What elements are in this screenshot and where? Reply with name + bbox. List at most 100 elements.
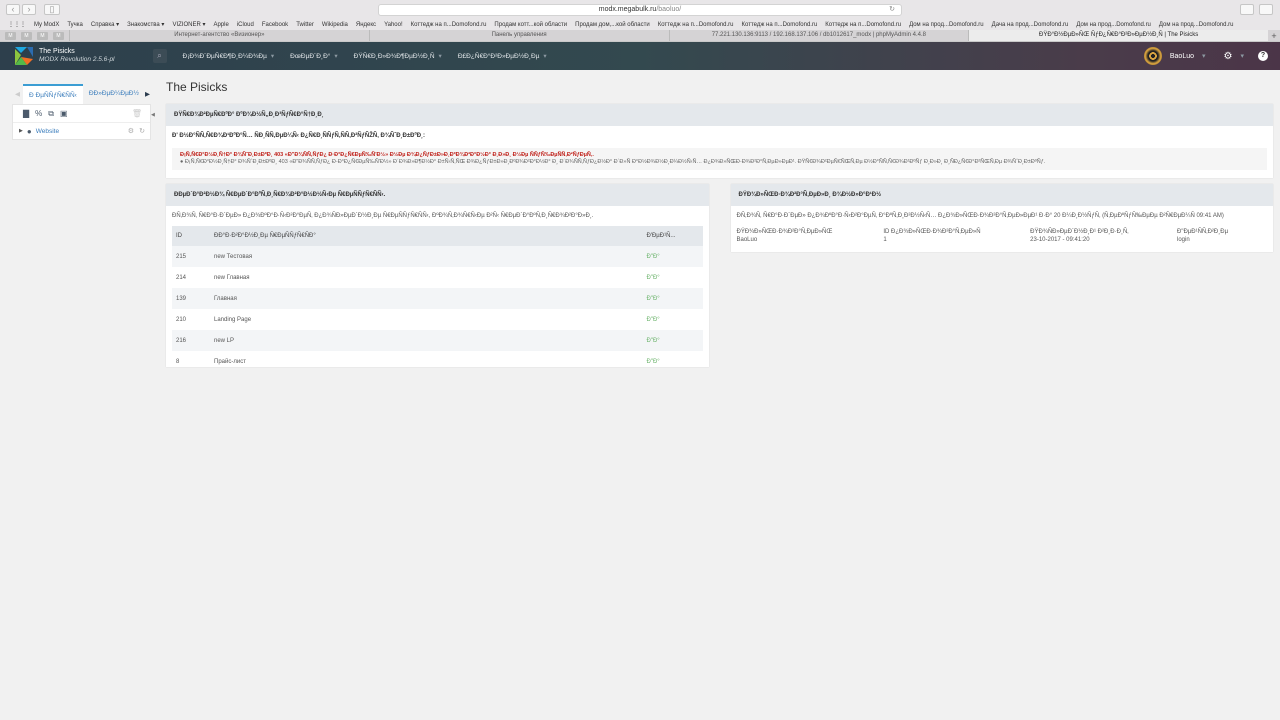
trash-icon[interactable]: 🗑	[132, 109, 142, 118]
tabs-scroll-left[interactable]: ◀	[12, 90, 23, 104]
weblink-icon[interactable]: %	[35, 109, 42, 118]
col-user-id: ID Ð¿Ð¾Ð»ÑŒÐ·Ð¾Ð²Ð°Ñ‚ÐµÐ»Ñ	[883, 229, 981, 235]
col-title[interactable]: ÐÐ°Ð·Ð²Ð°Ð½Ð¸Ðµ Ñ€ÐµÑÑƒÑ€ÑÐ°	[210, 226, 643, 246]
warning-box: Ð¡Ñ‚Ñ€Ð°Ð½Ð¸Ñ†Ð° Ð¾ÑˆÐ¸Ð±ÐºÐ¸ 403 «Ð"Ð¾Ñ…	[172, 148, 1267, 170]
share-button[interactable]	[1240, 4, 1254, 15]
edit-link[interactable]: Ð"Ð°	[643, 309, 703, 330]
new-document-icon[interactable]: ▇	[23, 109, 29, 118]
bookmark[interactable]: Справка ▾	[91, 21, 119, 28]
bookmark[interactable]: Тучка	[67, 22, 83, 28]
browser-tab[interactable]: Панель управления	[368, 30, 669, 41]
new-tab-button[interactable]: +	[1268, 31, 1280, 41]
globe-icon: ●	[26, 126, 32, 136]
bookmark[interactable]: Знакомства ▾	[127, 21, 164, 28]
bookmark[interactable]: Коттедж на п...Domofond.ru	[411, 22, 487, 28]
bookmark[interactable]: Wikipedia	[322, 22, 348, 28]
bookmark[interactable]: Дача на прод...Domofond.ru	[992, 22, 1069, 28]
browser-tab-active[interactable]: ÐŸÐ°Ð½ÐµÐ»ÑŒ ÑƒÐ¿Ñ€Ð°Ð²Ð»ÐµÐ½Ð¸Ñ | The P…	[968, 30, 1268, 41]
sidebar-toggle-button[interactable]: ▯	[44, 4, 60, 15]
menu-content[interactable]: Ð¡Ð¾Ð´ÐµÑ€Ð¶Ð¸Ð¼Ð¾Ðµ ▾	[183, 52, 275, 60]
warning-title: Ð¡Ñ‚Ñ€Ð°Ð½Ð¸Ñ†Ð° Ð¾ÑˆÐ¸Ð±ÐºÐ¸ 403 «Ð"Ð¾Ñ…	[180, 152, 594, 158]
url-path: /baoluo/	[656, 6, 682, 13]
pinned-tab[interactable]: M	[37, 31, 48, 40]
edit-link[interactable]: Ð"Ð°	[643, 351, 703, 367]
gear-icon[interactable]: ⚙	[1224, 51, 1233, 62]
browser-tab[interactable]: Интернет-агентство «Визионер»	[69, 30, 369, 41]
left-panel: ◀ Ð ÐµÑÑƒÑ€ÑÑ‹ Ð­Ð»ÐµÐ¼ÐµÐ½ ▶ ▇ % ⧉ ▣ 🗑 …	[12, 82, 151, 140]
menu-manage[interactable]: Ð£Ð¿Ñ€Ð°Ð²Ð»ÐµÐ½Ð¸Ðµ ▾	[458, 52, 547, 60]
table-row[interactable]: 8 Прайс-лист Ð"Ð°	[172, 351, 703, 367]
pinned-tab[interactable]: M	[53, 31, 64, 40]
back-button[interactable]: ‹	[6, 4, 20, 15]
bookmark[interactable]: iCloud	[237, 22, 254, 28]
bookmark[interactable]: Дом на прод...Domofond.ru	[1159, 22, 1234, 28]
col-last-visit: ÐŸÐ¾ÑÐ»ÐµÐ´Ð½Ð¸Ð¹ Ð²Ð¸Ð·Ð¸Ñ‚	[1030, 229, 1129, 235]
tab-bar: M M M M Интернет-агентство «Визионер» Па…	[0, 30, 1280, 41]
table-row[interactable]: 216 new LP Ð"Ð°	[172, 330, 703, 351]
dashboard: The Pisicks ÐŸÑ€Ð¾Ð²ÐµÑ€ÐºÐ° ÐºÐ¾Ð½Ñ„Ð¸Ð…	[166, 80, 1273, 373]
tabs-scroll-right[interactable]: ▶	[145, 90, 150, 104]
browser-tab[interactable]: 77.221.130.136:9113 / 192.168.137.106 / …	[668, 30, 969, 41]
tabs-overview-button[interactable]	[1259, 4, 1273, 15]
avatar[interactable]	[1143, 47, 1162, 65]
last-action: login	[1176, 237, 1190, 243]
bookmark[interactable]: Yahoo!	[384, 22, 403, 28]
online-user-id: 1	[883, 237, 887, 243]
tree-root-label[interactable]: Website	[36, 128, 59, 135]
menu-extras[interactable]: ÐŸÑ€Ð¸Ð»Ð¾Ð¶ÐµÐ½Ð¸Ñ ▾	[354, 52, 442, 60]
grid-icon[interactable]: ⋮⋮⋮	[8, 21, 26, 28]
bookmark[interactable]: Продам котт...кой области	[494, 22, 567, 28]
bookmark[interactable]: Коттедж на п...Domofond.ru	[658, 22, 734, 28]
tree-node-website[interactable]: ▶ ● Website ⚙ ↻	[13, 123, 150, 139]
symlink-icon[interactable]: ⧉	[48, 109, 54, 119]
bookmark[interactable]: My ModX	[34, 22, 59, 28]
warning-text: Ð¡Ñ‚Ñ€Ð°Ð½Ð¸Ñ†Ð° Ð¾ÑˆÐ¸Ð±ÐºÐ¸ 403 «Ð"Ð¾Ñ…	[184, 159, 1046, 165]
bookmark[interactable]: Продам дом,...кой области	[575, 22, 650, 28]
table-row[interactable]: 215 new Тестовая Ð"Ð°	[172, 246, 703, 267]
collapse-panel-button[interactable]: ◀	[151, 112, 155, 118]
security-panel: ÐŸÑ€Ð¾Ð²ÐµÑ€ÐºÐ° ÐºÐ¾Ð½Ñ„Ð¸Ð³ÑƒÑ€Ð°Ñ†Ð¸Ð…	[166, 104, 1273, 178]
menu-media[interactable]: ÐœÐµÐ´Ð¸Ð° ▾	[290, 52, 338, 60]
recent-resources-panel: ÐÐµÐ´Ð°Ð²Ð½Ð¾ Ñ€ÐµÐ´Ð°ÐºÑ‚Ð¸Ñ€Ð¾Ð²Ð°Ð½Ð½…	[166, 184, 709, 367]
tab-resources[interactable]: Ð ÐµÑÑƒÑ€ÑÑ‹	[23, 84, 83, 104]
static-resource-icon[interactable]: ▣	[60, 109, 68, 118]
reload-icon[interactable]: ↻	[889, 5, 895, 15]
bookmark[interactable]: Дом на прод...Domofond.ru	[909, 22, 984, 28]
url-host: modx.megabulk.ru	[598, 6, 657, 13]
bookmark[interactable]: Коттедж на п...Domofond.ru	[825, 22, 901, 28]
address-bar[interactable]: modx.megabulk.ru/baoluo/ ↻	[378, 4, 902, 16]
search-icon[interactable]: ⌕	[152, 49, 167, 63]
tab-elements[interactable]: Ð­Ð»ÐµÐ¼ÐµÐ½	[83, 84, 145, 104]
pinned-tab[interactable]: M	[21, 31, 32, 40]
user-name[interactable]: BaoLuo	[1170, 53, 1194, 60]
site-name[interactable]: The Pisicks	[39, 48, 115, 56]
bookmark[interactable]: Коттедж на п...Domofond.ru	[742, 22, 818, 28]
bookmark[interactable]: VIZIONER ▾	[172, 21, 205, 28]
help-icon[interactable]: ?	[1258, 51, 1268, 61]
modx-logo-icon[interactable]	[13, 45, 35, 67]
bookmark[interactable]: Яндекс	[356, 22, 376, 28]
panel-title: ÐŸÐ¾Ð»ÑŒÐ·Ð¾Ð²Ð°Ñ‚ÐµÐ»Ð¸ Ð¾Ð½Ð»Ð°Ð¹Ð½	[730, 184, 1273, 206]
pinned-tab[interactable]: M	[5, 31, 16, 40]
refresh-icon[interactable]: ↻	[139, 127, 145, 135]
edit-link[interactable]: Ð"Ð°	[642, 246, 703, 267]
recent-resources-table: ID ÐÐ°Ð·Ð²Ð°Ð½Ð¸Ðµ Ñ€ÐµÑÑƒÑ€ÑÐ° Ð'ÐµÐ¹Ñ...…	[172, 226, 703, 367]
edit-link[interactable]: Ð"Ð°	[642, 288, 703, 309]
settings-icon[interactable]: ⚙	[128, 127, 134, 135]
col-actions[interactable]: Ð'ÐµÐ¹Ñ...	[642, 226, 703, 246]
bookmark[interactable]: Дом на прод...Domofond.ru	[1076, 22, 1151, 28]
col-action: Ð"ÐµÐ¹ÑÑ‚Ð²Ð¸Ðµ	[1176, 229, 1229, 235]
edit-link[interactable]: Ð"Ð°	[643, 267, 703, 288]
bookmark[interactable]: Apple	[213, 22, 228, 28]
table-row[interactable]: 214 new Главная Ð"Ð°	[172, 267, 703, 288]
edit-link[interactable]: Ð"Ð°	[642, 330, 703, 351]
col-id[interactable]: ID	[172, 226, 210, 246]
table-row[interactable]: 139 Главная Ð"Ð°	[172, 288, 703, 309]
security-text: Ð' Ð½Ð°ÑÑ‚Ñ€Ð¾Ð¹ÐºÐ°Ñ… ÑÐ¸ÑÑ‚ÐµÐ¼Ñ‹ Ð¿Ñ€…	[172, 133, 426, 139]
expand-arrow-icon[interactable]: ▶	[19, 128, 23, 134]
forward-button[interactable]: ›	[22, 4, 36, 15]
table-row[interactable]: 210 Landing Page Ð"Ð°	[172, 309, 703, 330]
bookmarks-bar: ⋮⋮⋮ My ModX Тучка Справка ▾ Знакомства ▾…	[0, 19, 1280, 30]
bookmark[interactable]: Facebook	[262, 22, 288, 28]
bookmark[interactable]: Twitter	[296, 22, 314, 28]
